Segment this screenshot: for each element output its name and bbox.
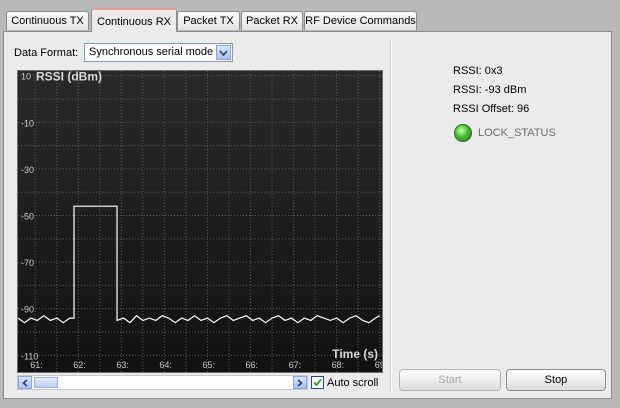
scroll-right-icon[interactable]	[293, 376, 307, 389]
x-tick-label: 67:	[289, 360, 302, 370]
tab-continuous-tx[interactable]: Continuous TX	[6, 11, 89, 30]
chevron-down-icon[interactable]	[216, 45, 231, 60]
x-tick-label: 66:	[246, 360, 259, 370]
rssi-graph: 10 -10 -30 -50 -70 -90 -110 61: 62: 63: 64: 65: 66: 6…	[17, 70, 383, 373]
tab-continuous-rx[interactable]: Continuous RX	[91, 8, 177, 32]
data-format-select[interactable]: Synchronous serial mode	[84, 43, 233, 62]
data-format-value: Synchronous serial mode	[89, 46, 214, 58]
y-tick-label: -90	[21, 305, 34, 315]
start-button[interactable]: Start	[399, 369, 501, 391]
x-tick-label: 62:	[73, 360, 86, 370]
x-tick-label: 63:	[116, 360, 129, 370]
tab-rf-device-commands[interactable]: RF Device Commands	[304, 11, 417, 30]
x-axis-label: Time (s)	[332, 347, 378, 361]
x-tick-label: 68:	[332, 360, 345, 370]
auto-scroll-label: Auto scroll	[327, 377, 379, 389]
y-tick-label: -10	[21, 118, 34, 128]
tab-packet-rx[interactable]: Packet RX	[241, 11, 303, 30]
rssi-dbm-value: RSSI: -93 dBm	[453, 84, 527, 96]
x-tick-label: 65:	[202, 360, 215, 370]
rssi-offset-value: RSSI Offset: 96	[453, 103, 530, 115]
plot-background	[18, 71, 382, 372]
lock-status-label: LOCK_STATUS	[478, 127, 556, 139]
continuous-rx-panel: Data Format: Synchronous serial mode 10 -…	[3, 31, 612, 399]
scroll-left-icon[interactable]	[18, 376, 32, 389]
auto-scroll-checkbox[interactable]	[311, 376, 324, 389]
x-tick-label: 69:	[375, 360, 383, 370]
y-tick-label: 10	[21, 72, 31, 82]
chart-title: RSSI (dBm)	[36, 71, 102, 84]
stop-button[interactable]: Stop	[506, 369, 606, 391]
rssi-chart-svg: 10-10-30-50-70-90-11061: 62: 63: 64: 65: 66: 6…	[18, 71, 383, 372]
scroll-thumb[interactable]	[34, 377, 58, 388]
data-format-label: Data Format:	[14, 47, 79, 59]
checkmark-icon	[313, 378, 322, 387]
panel-divider	[390, 40, 392, 392]
y-tick-label: -70	[21, 258, 34, 268]
graph-scrollbar[interactable]	[17, 375, 308, 390]
rssi-hex-value: RSSI: 0x3	[453, 65, 503, 77]
x-tick-label: 61:	[30, 360, 43, 370]
y-tick-label: -50	[21, 212, 34, 222]
y-tick-label: -30	[21, 165, 34, 175]
tab-packet-tx[interactable]: Packet TX	[177, 11, 240, 30]
lock-status-led-icon	[454, 124, 472, 142]
x-tick-label: 64:	[159, 360, 172, 370]
